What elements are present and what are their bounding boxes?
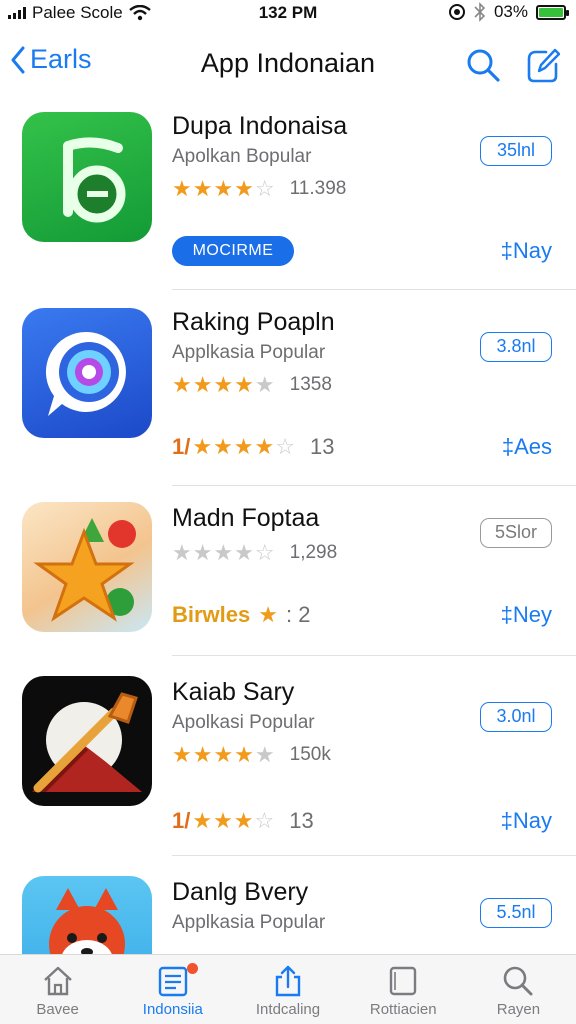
status-bar: Palee Scole 132 PM 03% — [0, 0, 576, 28]
tab-label: Indonsiia — [142, 1001, 203, 1018]
music-note-icon — [63, 137, 126, 223]
app-icon-brush[interactable] — [22, 676, 152, 806]
notification-dot — [186, 963, 198, 974]
rating-count: 11.398 — [289, 178, 347, 199]
app-name[interactable]: Raking Poapln — [172, 308, 335, 337]
star-icon: ★ — [258, 602, 278, 627]
rating-line: ★★★★☆ 1,298 — [172, 540, 337, 566]
tab-label: Intdcaling — [255, 1001, 321, 1018]
app-subtitle: Apolkasi Popular — [172, 712, 315, 733]
navigation-bar: Earls App Indonaian — [0, 36, 576, 92]
app-name[interactable]: Kaiab Sary — [172, 678, 294, 707]
action-link[interactable]: ‡Aes — [502, 434, 552, 460]
star-rating: ★★★★☆ — [172, 540, 276, 565]
app-row[interactable]: Dupa Indonaisa Apolkan Bopular ★★★★☆ 11.… — [0, 94, 576, 290]
app-name[interactable]: Dupa Indonaisa — [172, 112, 347, 141]
tab-search[interactable]: Rayen — [461, 955, 576, 1024]
star-rating: ★★★★★ — [172, 742, 276, 767]
action-link[interactable]: ‡Ney — [501, 602, 552, 628]
chat-bubble-icon — [45, 331, 126, 416]
price-button[interactable]: 3.8nl — [480, 332, 552, 362]
app-name[interactable]: Danlg Bvery — [172, 878, 308, 907]
tab-sharing[interactable]: Intdcaling — [230, 955, 345, 1024]
price-button[interactable]: 3.0nl — [480, 702, 552, 732]
secondary-count: 13 — [309, 434, 335, 459]
app-icon-fox[interactable] — [22, 876, 152, 954]
rating-line: ★★★★★ 1358 — [172, 372, 332, 398]
lock-rotation-icon — [448, 4, 465, 20]
star-rating: ★★★★☆ — [172, 176, 276, 201]
app-name[interactable]: Madn Foptaa — [172, 504, 319, 533]
tab-home[interactable]: Bavee — [0, 955, 115, 1024]
secondary-rating: 1/★★★★☆ 13 — [172, 434, 334, 460]
rating-prefix: Birwles — [172, 602, 251, 627]
app-icon-star[interactable] — [22, 502, 152, 632]
star-game-icon — [33, 518, 136, 622]
app-icon-chat[interactable] — [22, 308, 152, 438]
price-button[interactable]: 5Slor — [480, 518, 552, 548]
rating-count: 1,298 — [289, 542, 338, 563]
star-rating: ★★★☆ — [192, 808, 276, 833]
star-rating: ★★★★☆ — [192, 434, 296, 459]
list-icon — [158, 966, 187, 997]
price-button[interactable]: 35lnl — [480, 136, 552, 166]
action-link[interactable]: ‡Nay — [501, 238, 552, 264]
app-row[interactable]: Kaiab Sary Apolkasi Popular ★★★★★ 150k 3… — [0, 656, 576, 856]
tab-bar: Bavee Indonsiia Intdcaling Rottiacien Ra… — [0, 954, 576, 1024]
rating-prefix: 1/ — [172, 434, 191, 459]
secondary-rating: 1/★★★☆ 13 — [172, 808, 314, 834]
action-link[interactable]: ‡Nay — [501, 808, 552, 834]
tab-label: Rayen — [496, 1001, 541, 1018]
search-icon[interactable] — [464, 46, 502, 84]
home-icon — [43, 966, 72, 996]
rating-count: 150k — [289, 744, 331, 765]
rating-line: ★★★★☆ 11.398 — [172, 176, 346, 202]
secondary-count: : 2 — [286, 602, 311, 627]
category-badge[interactable]: MOCIRME — [172, 236, 294, 266]
app-row[interactable]: Raking Poapln Applkasia Popular ★★★★★ 13… — [0, 290, 576, 486]
battery-percent: 03% — [493, 2, 528, 21]
app-subtitle: Applkasia Popular — [172, 342, 326, 363]
square-icon — [390, 966, 417, 996]
app-subtitle: Applkasia Popular — [172, 912, 326, 933]
share-icon — [275, 965, 301, 997]
rating-line: ★★★★★ 150k — [172, 742, 331, 768]
app-row[interactable]: Danlg Bvery Applkasia Popular 5.5nl — [0, 856, 576, 954]
app-subtitle: Apolkan Bopular — [172, 146, 312, 167]
search-icon — [504, 966, 533, 996]
tab-indonesia[interactable]: Indonsiia — [115, 955, 230, 1024]
battery-icon — [536, 4, 569, 20]
secondary-rating: Birwles ★ : 2 — [172, 602, 310, 628]
app-icon-music[interactable] — [22, 112, 152, 242]
rating-count: 1358 — [289, 374, 332, 395]
secondary-count: 13 — [289, 808, 314, 833]
rating-prefix: 1/ — [172, 808, 191, 833]
tab-notifications[interactable]: Rottiacien — [346, 955, 461, 1024]
app-list: Dupa Indonaisa Apolkan Bopular ★★★★☆ 11.… — [0, 94, 576, 954]
paintbrush-icon — [32, 692, 142, 793]
compose-icon[interactable] — [526, 46, 560, 84]
fox-character-icon — [49, 888, 125, 954]
price-button[interactable]: 5.5nl — [480, 898, 552, 928]
app-row[interactable]: Madn Foptaa ★★★★☆ 1,298 5Slor Birwles ★ :… — [0, 486, 576, 656]
star-rating: ★★★★★ — [172, 372, 276, 397]
bluetooth-icon — [474, 2, 486, 22]
tab-label: Bavee — [36, 1001, 79, 1018]
status-right: 03% — [448, 2, 569, 22]
tab-label: Rottiacien — [369, 1001, 437, 1018]
